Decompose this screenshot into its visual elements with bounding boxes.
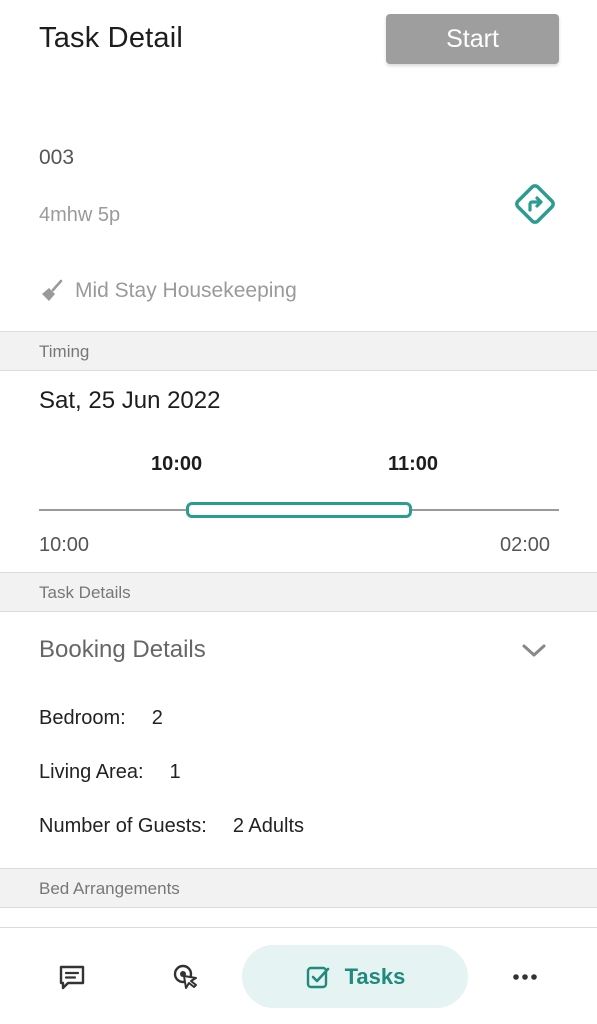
range-start-label: 10:00 [39,534,90,556]
section-header-timing: Timing [0,331,597,371]
direction-icon[interactable] [511,180,559,228]
nav-tab-label: Tasks [344,963,406,989]
header: Task Detail Start [0,0,597,80]
start-button[interactable]: Start [386,14,559,64]
chevron-down-icon[interactable] [521,641,547,659]
task-type-label: Mid Stay Housekeeping [75,279,297,302]
task-check-icon [306,966,329,988]
window-end-label: 11:00 [388,453,439,475]
broom-icon [42,279,63,301]
timeline-window [186,502,412,518]
detail-label: Living Area: [39,761,144,783]
task-subtitle: 4mhw 5p [39,204,121,226]
range-end-label: 02:00 [500,534,551,556]
section-title: Task Details [39,583,131,602]
task-date: Sat, 25 Jun 2022 [39,387,221,414]
section-title: Timing [39,342,90,361]
message-icon[interactable] [57,962,87,992]
section-header-task-details: Task Details [0,572,597,612]
nav-tab-tasks[interactable]: Tasks [242,945,468,1008]
detail-label: Number of Guests: [39,815,207,837]
page-title: Task Detail [39,22,184,54]
detail-value: 1 [169,761,181,783]
task-type-row: Mid Stay Housekeeping [39,278,297,304]
section-title: Bed Arrangements [39,879,180,898]
detail-row-bedroom: Bedroom: 2 [39,707,163,730]
detail-row-living-area: Living Area: 1 [39,761,181,784]
window-start-label: 10:00 [151,453,203,475]
section-header-bed-arrangements: Bed Arrangements [0,868,597,908]
more-dots-icon[interactable] [511,967,539,987]
detail-row-guests: Number of Guests: 2 Adults [39,815,304,838]
location-pointer-icon[interactable] [170,962,200,992]
task-id: 003 [39,146,75,169]
detail-label: Bedroom: [39,707,126,729]
detail-value: 2 Adults [232,815,305,837]
booking-details-toggle[interactable]: Booking Details [39,636,206,664]
detail-value: 2 [151,707,163,729]
